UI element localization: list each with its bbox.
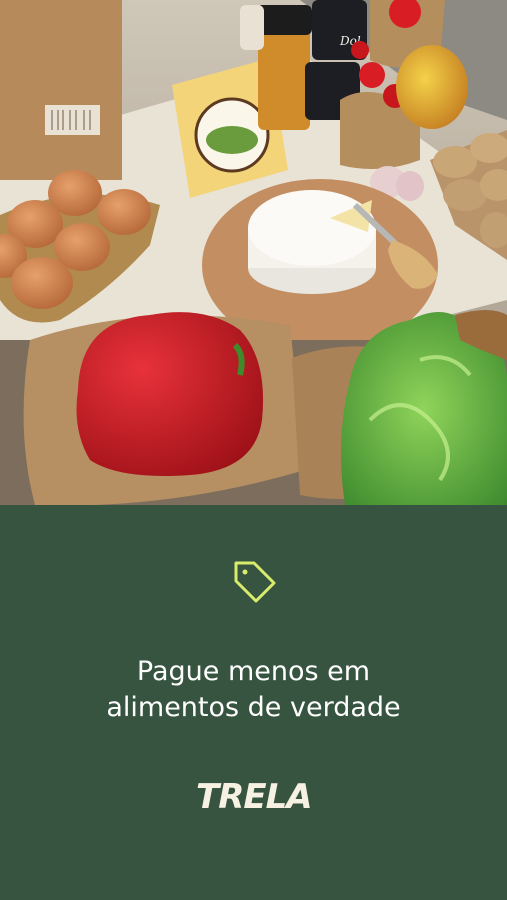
hero-image: Dol — [0, 0, 507, 505]
logo-text: TRELA — [196, 777, 312, 817]
headline-line-2: alimentos de verdade — [106, 692, 401, 723]
price-tag-icon — [228, 555, 280, 607]
trela-logo: TRELA — [190, 770, 317, 822]
headline-line-1: Pague menos em — [136, 656, 371, 687]
promo-headline: Pague menos em alimentos de verdade — [0, 654, 507, 726]
